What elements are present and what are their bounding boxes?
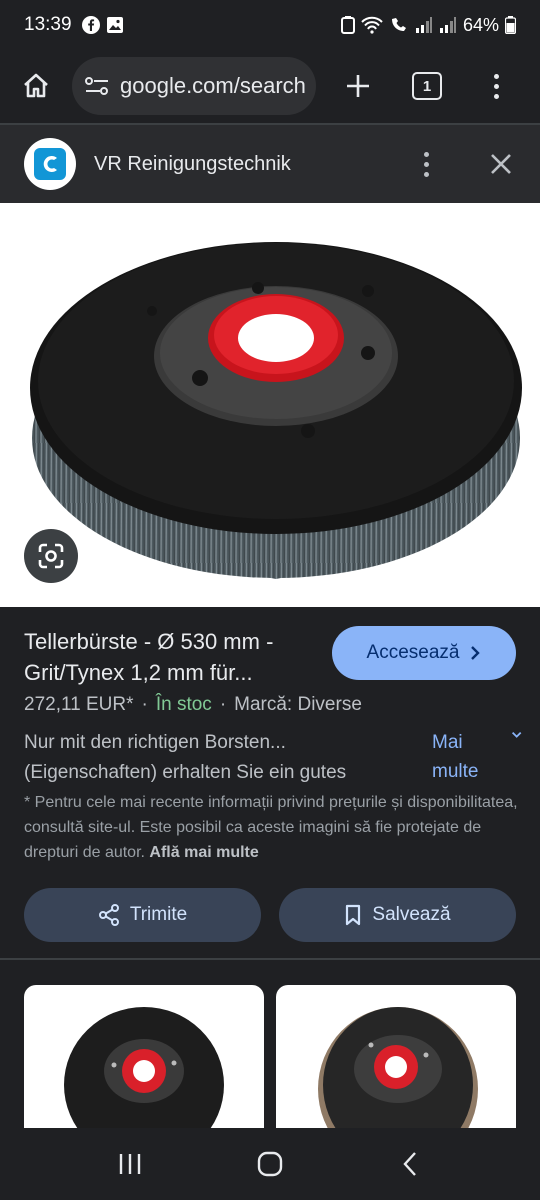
chevron-down-icon — [511, 731, 522, 738]
status-bar: 13:39 64% — [0, 0, 540, 50]
separator-dot: · — [219, 694, 227, 715]
site-name[interactable]: VR Reinigungstechnik — [94, 153, 291, 176]
home-icon — [24, 73, 48, 98]
product-description: Nur mit den richtigen Borsten... (Eigens… — [24, 732, 347, 783]
more-button[interactable]: Mai multe — [432, 728, 522, 786]
close-button[interactable] — [486, 149, 516, 179]
product-title[interactable]: Tellerbürste - Ø 530 mm - Grit/Tynex 1,2… — [24, 626, 322, 688]
status-time: 13:39 — [24, 14, 72, 35]
stock-status: În stoc — [155, 694, 212, 715]
share-label: Trimite — [129, 904, 188, 925]
recents-icon — [119, 1154, 141, 1174]
share-icon — [98, 904, 119, 926]
visit-label: Accesează — [366, 642, 460, 663]
battery-percent: 64% — [462, 14, 499, 35]
product-price: 272,11 EUR* — [24, 694, 134, 715]
save-label: Salvează — [372, 904, 451, 925]
browser-toolbar: google.com/search 1 — [0, 50, 540, 122]
site-settings-icon[interactable] — [84, 75, 110, 97]
visit-button[interactable]: Accesează — [332, 626, 516, 680]
close-icon — [491, 154, 511, 174]
battery-icon — [505, 16, 516, 34]
learn-more-link[interactable]: Află mai multe — [149, 844, 258, 861]
system-nav-bar — [0, 1128, 540, 1200]
recents-button[interactable] — [105, 1139, 155, 1189]
lens-button[interactable] — [24, 529, 78, 583]
signal-1-icon — [415, 17, 432, 33]
home-button[interactable] — [14, 64, 58, 108]
vr-logo-icon — [34, 148, 66, 180]
status-right: 64% — [340, 14, 516, 36]
gallery-icon — [106, 17, 123, 33]
brush-thumbnail-image — [64, 1007, 224, 1145]
signal-2-icon — [439, 17, 456, 33]
more-label: Mai multe — [432, 732, 479, 782]
wifi-icon — [361, 16, 383, 34]
product-image[interactable] — [0, 203, 540, 607]
brush-thumbnail-image — [318, 1007, 478, 1145]
related-image-1[interactable] — [24, 985, 264, 1145]
section-divider — [0, 958, 540, 960]
share-button[interactable]: Trimite — [24, 888, 261, 942]
browser-menu-button[interactable] — [486, 64, 506, 108]
product-brand: Marcă: Diverse — [234, 694, 362, 715]
save-button[interactable]: Salvează — [279, 888, 516, 942]
address-bar[interactable]: google.com/search — [72, 57, 316, 115]
google-lens-icon — [38, 543, 64, 569]
price-line: 272,11 EUR* · În stoc · Marcă: Diverse — [24, 694, 362, 716]
plus-icon — [347, 75, 369, 97]
status-left-icons — [81, 16, 124, 34]
system-home-button[interactable] — [245, 1139, 295, 1189]
back-icon — [403, 1152, 416, 1176]
bookmark-icon — [346, 904, 361, 926]
site-more-button[interactable] — [416, 144, 436, 184]
battery-saver-icon — [340, 16, 355, 34]
new-tab-button[interactable] — [338, 64, 378, 108]
back-button[interactable] — [385, 1139, 435, 1189]
home-circle-icon — [257, 1151, 283, 1177]
disclaimer-text: * Pentru cele mai recente informații pri… — [24, 794, 518, 861]
related-image-2[interactable] — [276, 985, 516, 1145]
site-header: VR Reinigungstechnik — [0, 125, 540, 203]
site-logo[interactable] — [24, 138, 76, 190]
url-text: google.com/search — [120, 73, 306, 98]
facebook-icon — [81, 16, 100, 34]
brush-disc-image — [30, 242, 522, 579]
chevron-right-icon — [471, 646, 481, 660]
disclaimer: * Pentru cele mai recente informații pri… — [24, 790, 524, 865]
tab-switcher-button[interactable]: 1 — [412, 72, 442, 100]
separator-dot: · — [141, 694, 148, 715]
volte-icon — [391, 18, 406, 31]
